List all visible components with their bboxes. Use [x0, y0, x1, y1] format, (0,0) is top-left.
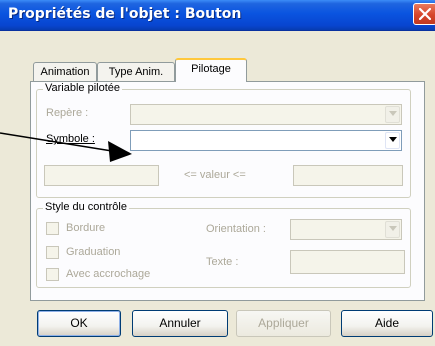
variable-group-legend: Variable pilotée	[43, 82, 123, 94]
annuler-button[interactable]: Annuler	[132, 310, 228, 337]
aide-button[interactable]: Aide	[341, 310, 433, 337]
window-title: Propriétés de l'objet : Bouton	[8, 6, 242, 22]
chevron-down-icon	[389, 111, 397, 116]
title-bar[interactable]: Propriétés de l'objet : Bouton	[0, 0, 435, 31]
repere-combobox	[130, 104, 402, 125]
range-max-field	[293, 165, 403, 186]
repere-dropdown-button	[385, 106, 400, 123]
range-min-field	[44, 165, 159, 186]
symbole-dropdown-button[interactable]	[385, 132, 400, 149]
orientation-dropdown-button	[385, 221, 400, 238]
graduation-label: Graduation	[66, 246, 121, 258]
style-group-legend: Style du contrôle	[43, 201, 129, 213]
orientation-label: Orientation :	[206, 223, 266, 235]
texte-field	[290, 250, 405, 274]
tab-type-anim[interactable]: Type Anim.	[97, 62, 175, 81]
graduation-checkbox	[46, 246, 59, 259]
chevron-down-icon	[389, 137, 397, 142]
range-operator-text: <= valeur <=	[184, 169, 246, 181]
ok-button[interactable]: OK	[37, 310, 121, 337]
symbole-combobox[interactable]	[130, 130, 402, 151]
appliquer-button: Appliquer	[236, 310, 331, 337]
properties-dialog: Propriétés de l'objet : Bouton Animation…	[0, 0, 435, 346]
accrochage-label: Avec accrochage	[66, 268, 151, 280]
texte-label: Texte :	[206, 256, 239, 268]
close-button[interactable]	[413, 3, 435, 25]
tab-animation[interactable]: Animation	[33, 62, 97, 81]
symbole-label: Symbole :	[46, 133, 95, 145]
close-icon	[419, 8, 431, 20]
bordure-checkbox	[46, 222, 59, 235]
tab-pilotage[interactable]: Pilotage	[175, 58, 247, 82]
chevron-down-icon	[389, 226, 397, 231]
repere-label: Repère :	[46, 107, 89, 119]
bordure-label: Bordure	[66, 222, 106, 234]
orientation-combobox	[290, 219, 402, 240]
accrochage-checkbox	[46, 268, 59, 281]
